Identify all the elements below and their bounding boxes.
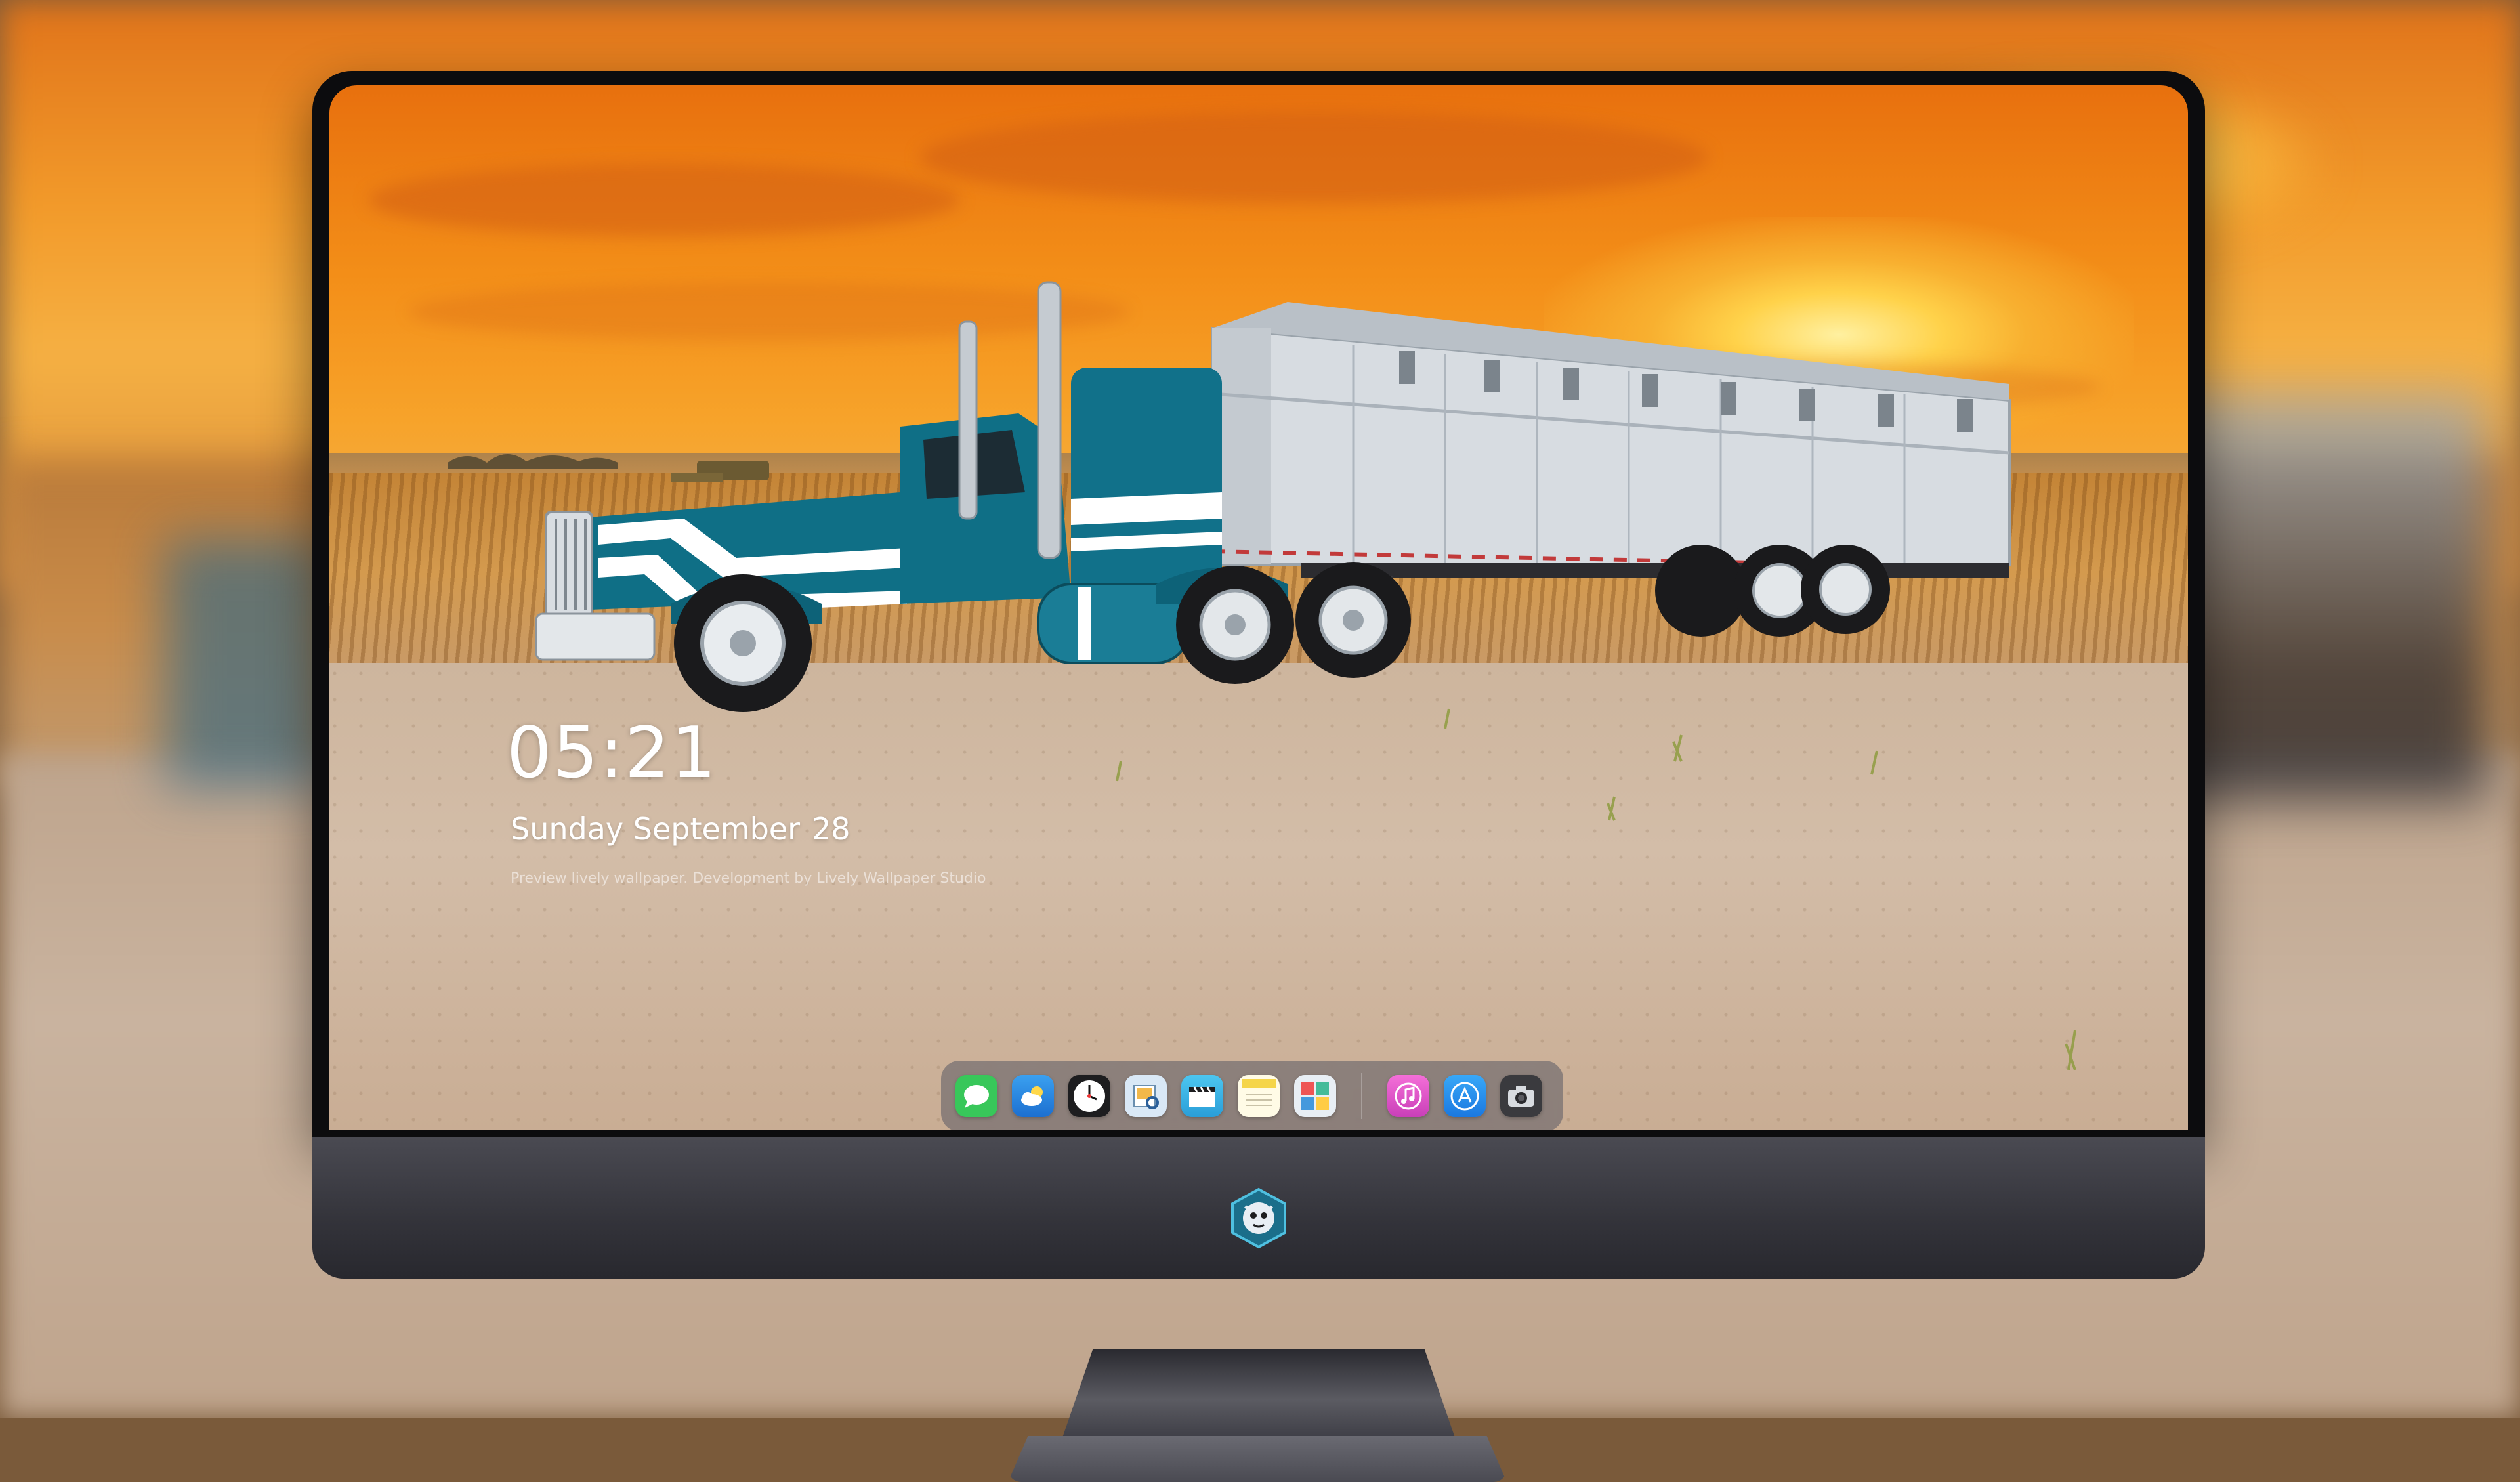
cloud-icon: [1021, 1086, 1043, 1106]
monitor-stand-base: [1008, 1436, 1507, 1482]
monitor-screen[interactable]: 05:21 Sunday September 28 Preview lively …: [329, 85, 2188, 1130]
music-icon: [1395, 1082, 1422, 1110]
monitor: 05:21 Sunday September 28 Preview lively …: [312, 71, 2205, 1482]
dock-app-clips[interactable]: [1181, 1075, 1223, 1117]
dock-app-weather[interactable]: [1012, 1075, 1054, 1117]
dock-app-app-store[interactable]: [1444, 1075, 1486, 1117]
camera-icon: [1508, 1086, 1534, 1107]
background-truck-blur: [164, 538, 328, 788]
message-icon: [964, 1085, 989, 1108]
semi-truck-illustration: [448, 281, 2076, 1070]
dock-app-messages[interactable]: [956, 1075, 998, 1117]
clock-icon: [1074, 1080, 1105, 1112]
lockscreen-time: 05:21: [507, 712, 718, 794]
lockscreen-date: Sunday September 28: [511, 811, 850, 847]
dock: [941, 1061, 1563, 1130]
clapperboard-icon: [1189, 1086, 1215, 1107]
monitor-stand-neck: [1061, 1349, 1456, 1441]
dock-separator: [1361, 1073, 1362, 1119]
notes-icon: [1242, 1079, 1276, 1106]
dock-app-photo-booth[interactable]: [1294, 1075, 1336, 1117]
dock-app-clock[interactable]: [1068, 1075, 1110, 1117]
preview-icon: [1133, 1085, 1159, 1109]
lockscreen-day: 28: [812, 811, 850, 847]
lockscreen-weekday-month: Sunday September: [511, 811, 800, 847]
appstore-icon: [1450, 1082, 1479, 1111]
dock-app-notes[interactable]: [1238, 1075, 1280, 1117]
dock-app-music[interactable]: [1387, 1075, 1429, 1117]
monitor-chin: [312, 1137, 2205, 1279]
dock-app-camera[interactable]: [1500, 1075, 1542, 1117]
brand-logo-icon: [1231, 1187, 1286, 1249]
dock-app-preview[interactable]: [1125, 1075, 1167, 1117]
monitor-bezel: 05:21 Sunday September 28 Preview lively …: [312, 71, 2205, 1137]
wallpaper-caption: Preview lively wallpaper. Development by…: [511, 870, 986, 887]
photobooth-icon: [1301, 1082, 1329, 1110]
